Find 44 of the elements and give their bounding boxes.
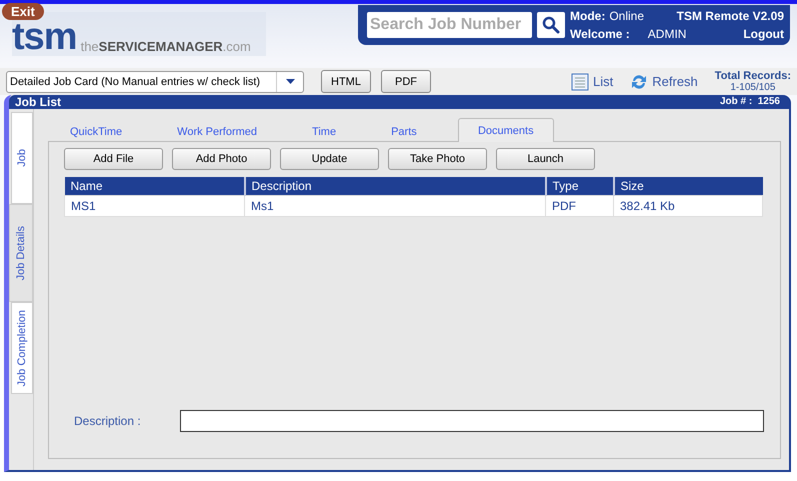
action-button[interactable]: Add Photo [172, 148, 271, 170]
mode-label: Mode: [570, 9, 606, 23]
panel-title: Job List [15, 94, 62, 108]
action-button[interactable]: Add File [64, 148, 163, 170]
description-label: Description : [74, 414, 142, 428]
column-header: Size [614, 177, 762, 196]
records-label: Total Records: [714, 70, 791, 82]
table-cell: MS1 [64, 196, 244, 216]
tab[interactable]: QuickTime [56, 122, 136, 142]
side-tab[interactable]: Job [11, 112, 33, 204]
tab[interactable]: Parts [377, 122, 431, 142]
mode-value: Online [609, 9, 644, 23]
table-cell: 382.41 Kb [614, 196, 762, 216]
refresh-link[interactable]: Refresh [630, 72, 698, 90]
records-count: 1-105/105 [730, 82, 776, 93]
column-header: Name [64, 177, 244, 196]
version-label: TSM Remote V2.09 [676, 9, 784, 23]
table-cell: Ms1 [244, 196, 546, 216]
column-header: Description [244, 177, 546, 196]
column-header: Type [546, 177, 614, 196]
logout-link[interactable]: Logout [743, 27, 784, 41]
action-button[interactable]: Update [280, 148, 379, 170]
export-button[interactable]: HTML [321, 70, 371, 93]
refresh-icon [630, 72, 648, 90]
description-field[interactable] [180, 410, 764, 432]
user-name: ADMIN [648, 27, 686, 41]
tab[interactable]: Work Performed [163, 122, 272, 142]
search-field[interactable]: Search Job Number [367, 12, 532, 38]
export-button[interactable]: PDF [381, 70, 431, 93]
side-tab[interactable]: Job Details [9, 204, 33, 302]
report-select[interactable]: Detailed Job Card (No Manual entries w/ check list) [6, 70, 304, 92]
list-icon [571, 72, 590, 90]
side-tab[interactable]: Job Completion [11, 302, 33, 394]
list-link[interactable]: List [571, 72, 614, 90]
caret-icon [286, 79, 294, 84]
job-number: Job # : 1256 [720, 96, 780, 107]
search-button[interactable] [537, 12, 565, 38]
table-cell: PDF [546, 196, 614, 216]
search-icon [542, 16, 560, 34]
action-button[interactable]: Take Photo [388, 148, 487, 170]
welcome-label: Welcome : [570, 27, 630, 41]
tab[interactable]: Time [298, 122, 350, 142]
action-button[interactable]: Launch [496, 148, 595, 170]
tab[interactable]: Documents [458, 118, 554, 142]
